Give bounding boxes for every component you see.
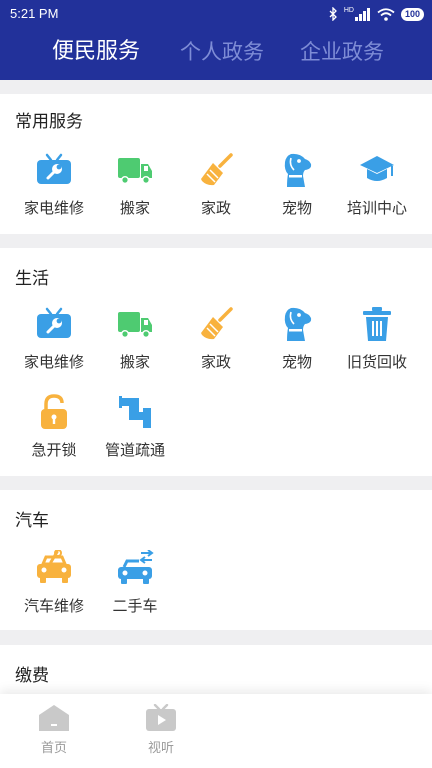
service-item-label: 家政 — [200, 353, 231, 371]
service-item-label: 家政 — [200, 199, 231, 217]
signal-icon — [354, 7, 370, 21]
section-title: 常用服务 — [15, 112, 83, 132]
graduation-cap-icon — [360, 156, 394, 181]
service-item-label: 管道疏通 — [104, 441, 165, 459]
tv-repair-icon — [37, 307, 71, 338]
home-icon — [39, 705, 69, 731]
dog-icon — [284, 153, 312, 187]
tv-repair-icon — [37, 153, 71, 184]
nav-label: 视听 — [147, 741, 174, 756]
network-type-label: HD — [343, 6, 354, 14]
bluetooth-icon — [329, 7, 337, 21]
bottom-navigation: 首页 视听 — [0, 694, 432, 768]
app-header: 5:21 PM HD 100 便民服务 个人政务 企业政务 — [0, 0, 432, 80]
used-car-icon — [118, 550, 154, 584]
trash-icon — [363, 307, 391, 341]
service-item-label: 培训中心 — [346, 199, 407, 217]
service-item-label: 家电维修 — [23, 199, 84, 217]
section-title: 汽车 — [15, 511, 49, 531]
section-title: 生活 — [15, 269, 49, 289]
tab-personal-affairs[interactable]: 个人政务 — [180, 34, 264, 70]
service-item-training-center[interactable]: 培训中心 — [334, 152, 420, 218]
tab-convenience-service[interactable]: 便民服务 — [52, 34, 140, 70]
battery-indicator: 100 — [400, 7, 424, 21]
tab-enterprise-affairs[interactable]: 企业政务 — [300, 34, 384, 70]
service-item-moving[interactable]: 搬家 — [92, 306, 178, 372]
service-item-housekeeping[interactable]: 家政 — [173, 306, 259, 372]
truck-icon — [118, 312, 152, 338]
video-icon — [146, 704, 176, 731]
section-car: 汽车 汽车维修 二手车 — [0, 490, 432, 630]
service-item-car-repair[interactable]: 汽车维修 — [11, 550, 97, 616]
nav-label: 首页 — [40, 741, 67, 756]
service-item-label: 搬家 — [119, 353, 150, 371]
section-life: 生活 家电维修 搬家 家政 宠物 旧货回收 急开锁 管道疏通 — [0, 248, 432, 476]
service-item-label: 宠物 — [281, 199, 312, 217]
status-bar: 5:21 PM HD 100 — [0, 0, 432, 28]
service-item-used-car[interactable]: 二手车 — [92, 550, 178, 616]
service-item-pets[interactable]: 宠物 — [254, 306, 340, 372]
section-common-services: 常用服务 家电维修 搬家 家政 宠物 培训中心 — [0, 94, 432, 234]
service-item-label: 宠物 — [281, 353, 312, 371]
service-item-pets[interactable]: 宠物 — [254, 152, 340, 218]
service-item-pipe-dredging[interactable]: 管道疏通 — [92, 394, 178, 460]
status-icons: HD 100 — [329, 5, 424, 23]
service-item-moving[interactable]: 搬家 — [92, 152, 178, 218]
wifi-icon — [377, 7, 395, 21]
broom-icon — [201, 307, 233, 340]
service-item-housekeeping[interactable]: 家政 — [173, 152, 259, 218]
service-item-label: 家电维修 — [23, 353, 84, 371]
nav-item-video[interactable]: 视听 — [126, 704, 196, 756]
service-item-label: 二手车 — [112, 597, 158, 615]
top-tabs: 便民服务 个人政务 企业政务 — [0, 34, 432, 74]
truck-icon — [118, 158, 152, 184]
car-repair-icon — [37, 550, 71, 583]
dog-icon — [284, 307, 312, 341]
service-item-label: 搬家 — [119, 199, 150, 217]
status-time: 5:21 PM — [10, 6, 59, 21]
service-item-label: 旧货回收 — [346, 353, 407, 371]
service-item-emergency-unlock[interactable]: 急开锁 — [11, 394, 97, 460]
service-item-recycling[interactable]: 旧货回收 — [334, 306, 420, 372]
nav-item-home[interactable]: 首页 — [19, 704, 89, 756]
service-item-appliance-repair[interactable]: 家电维修 — [11, 306, 97, 372]
service-item-label: 汽车维修 — [23, 597, 84, 615]
broom-icon — [201, 153, 233, 186]
service-item-appliance-repair[interactable]: 家电维修 — [11, 152, 97, 218]
service-item-label: 急开锁 — [31, 441, 77, 459]
section-title: 缴费 — [15, 666, 49, 686]
pipe-icon — [119, 396, 151, 428]
unlock-icon — [41, 394, 67, 429]
